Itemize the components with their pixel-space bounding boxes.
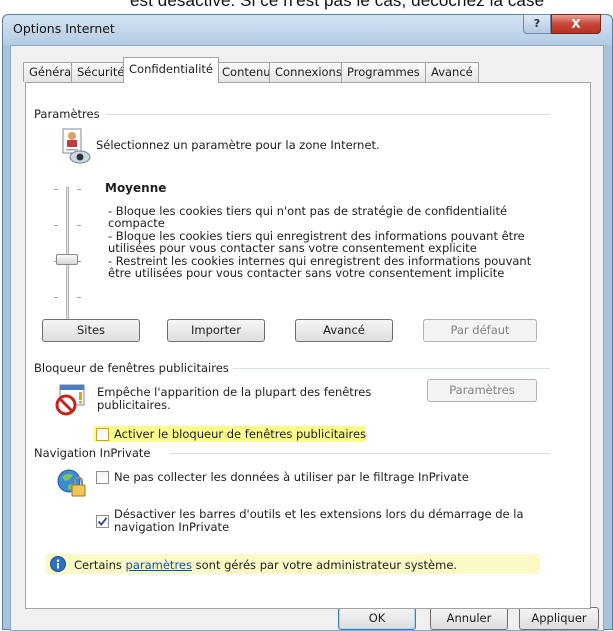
admin-notice: Certains paramètres sont gérés par votre… bbox=[74, 559, 457, 571]
tab-connections[interactable]: Connexions bbox=[269, 62, 348, 82]
popup-blocker-checkbox[interactable] bbox=[96, 428, 109, 441]
popup-description-line: publicitaires. bbox=[97, 398, 171, 412]
tab-programs[interactable]: Programmes bbox=[341, 62, 426, 82]
dialog-client-area: Général Sécurité Confidentialité Contenu… bbox=[10, 45, 604, 631]
popup-description-line: Empêche l'apparition de la plupart des f… bbox=[97, 385, 372, 399]
inprivate-icon bbox=[54, 466, 88, 500]
popup-blocker-group-title: Bloqueur de fenêtres publicitaires bbox=[34, 361, 233, 375]
tab-privacy[interactable]: Confidentialité bbox=[123, 57, 219, 83]
privacy-tab-panel: Paramètres Sélectionnez un paramètre pou… bbox=[25, 82, 591, 609]
options-dialog: Options Internet ? X Général Sécurité Co… bbox=[2, 14, 613, 631]
slider-tick bbox=[54, 189, 58, 190]
ok-button[interactable]: OK bbox=[338, 607, 416, 630]
no-collect-checkbox[interactable] bbox=[96, 471, 109, 484]
slider-tick bbox=[77, 225, 81, 226]
group-separator bbox=[106, 114, 550, 115]
advanced-button[interactable]: Avancé bbox=[295, 319, 393, 342]
close-button[interactable]: X bbox=[551, 14, 601, 34]
level-description-line: compacte bbox=[108, 216, 165, 230]
level-description-line: être utilisées pour vous contacter sans … bbox=[108, 266, 505, 280]
default-button[interactable]: Par défaut bbox=[423, 319, 537, 342]
checkmark-icon bbox=[97, 517, 108, 526]
privacy-level-title: Moyenne bbox=[105, 181, 167, 195]
popup-blocker-icon bbox=[54, 383, 88, 417]
window-title: Options Internet bbox=[13, 21, 115, 36]
cancel-button[interactable]: Annuler bbox=[430, 607, 508, 630]
info-icon bbox=[50, 556, 66, 572]
popup-settings-button[interactable]: Paramètres bbox=[427, 379, 537, 402]
slider-thumb[interactable] bbox=[56, 253, 78, 265]
admin-notice-prefix: Certains bbox=[74, 558, 122, 572]
level-description-line: - Bloque les cookies tiers qui n'ont pas… bbox=[108, 204, 508, 218]
disable-toolbars-checkbox[interactable] bbox=[96, 515, 109, 528]
slider-tick bbox=[77, 297, 81, 298]
tab-security[interactable]: Sécurité bbox=[71, 62, 131, 82]
import-button[interactable]: Importer bbox=[167, 319, 265, 342]
level-description-line: utilisées pour vous contacter sans votre… bbox=[108, 241, 477, 255]
tab-advanced[interactable]: Avancé bbox=[425, 62, 479, 82]
admin-settings-link[interactable]: paramètres bbox=[126, 558, 192, 572]
tab-content[interactable]: Contenu bbox=[216, 62, 277, 82]
slider-tick bbox=[54, 297, 58, 298]
slider-tick bbox=[54, 225, 58, 226]
privacy-level-slider[interactable] bbox=[48, 183, 88, 335]
privacy-zone-icon bbox=[60, 127, 92, 165]
apply-button[interactable]: Appliquer bbox=[519, 607, 599, 630]
popup-blocker-checkbox-label[interactable]: Activer le bloqueur de fenêtres publicit… bbox=[114, 428, 366, 440]
group-separator bbox=[226, 368, 550, 369]
sites-button[interactable]: Sites bbox=[42, 319, 140, 342]
disable-toolbars-checkbox-label[interactable]: navigation InPrivate bbox=[114, 521, 229, 533]
settings-group-title: Paramètres bbox=[34, 107, 104, 121]
inprivate-group-title: Navigation InPrivate bbox=[34, 446, 155, 460]
help-button[interactable]: ? bbox=[523, 14, 551, 34]
slider-tick bbox=[77, 189, 81, 190]
group-separator bbox=[170, 453, 550, 454]
admin-notice-suffix: sont gérés par votre administrateur syst… bbox=[195, 558, 458, 572]
background-page-text: est désactivé. Si ce n'est pas le cas, d… bbox=[130, 0, 545, 10]
zone-instruction: Sélectionnez un paramètre pour la zone I… bbox=[96, 138, 380, 152]
disable-toolbars-checkbox-label[interactable]: Désactiver les barres d'outils et les ex… bbox=[114, 508, 524, 520]
no-collect-checkbox-label[interactable]: Ne pas collecter les données à utiliser … bbox=[114, 471, 469, 483]
